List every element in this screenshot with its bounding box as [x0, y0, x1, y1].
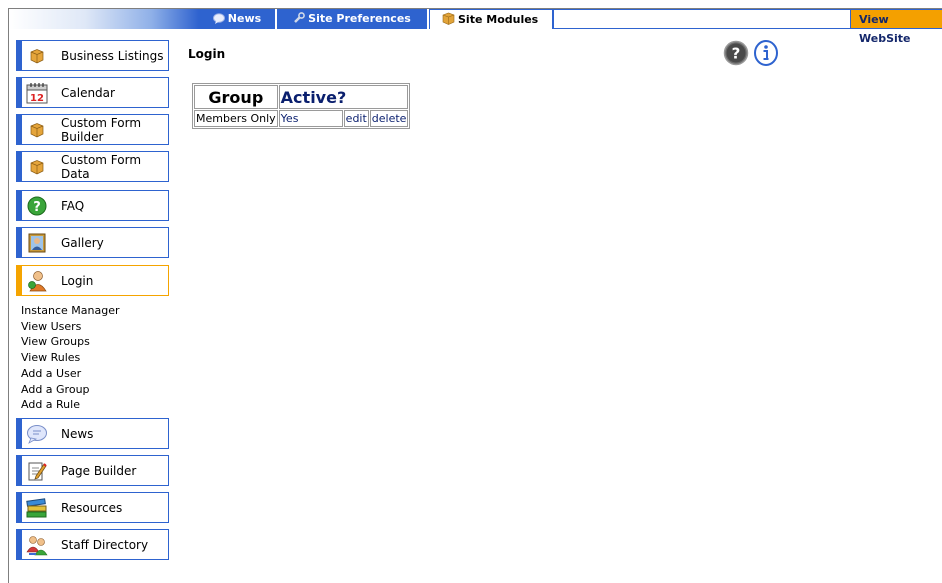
module-page-builder[interactable]: Page Builder: [16, 455, 169, 486]
module-custom-form-builder[interactable]: Custom Form Builder: [16, 114, 169, 145]
calendar-day: 12: [30, 93, 44, 104]
page-title: Login: [188, 47, 226, 61]
column-header-group: Group: [194, 85, 278, 109]
module-label: Calendar: [61, 85, 115, 100]
link-view-rules[interactable]: View Rules: [21, 350, 120, 366]
tab-site-preferences[interactable]: Site Preferences: [277, 9, 427, 29]
picture-icon: [26, 232, 48, 254]
table-header-row: Group Active?: [194, 85, 409, 109]
link-instance-manager[interactable]: Instance Manager: [21, 303, 120, 319]
link-add-group[interactable]: Add a Group: [21, 382, 120, 398]
module-login[interactable]: Login: [16, 265, 169, 296]
speech-bubble-icon: [212, 11, 225, 30]
top-nav-spacer: [553, 9, 850, 29]
login-submenu: Instance Manager View Users View Groups …: [21, 303, 120, 413]
box-icon: [26, 45, 48, 67]
module-resources[interactable]: Resources: [16, 492, 169, 523]
module-business-listings[interactable]: Business Listings: [16, 40, 169, 71]
user-icon: [26, 270, 48, 292]
module-news[interactable]: News: [16, 418, 169, 449]
module-label: Page Builder: [61, 463, 137, 478]
module-label: Login: [61, 273, 94, 288]
module-faq[interactable]: ? FAQ: [16, 190, 169, 221]
top-nav-gradient: [9, 9, 199, 29]
view-website-button[interactable]: View WebSite: [850, 9, 942, 45]
svg-text:?: ?: [33, 200, 41, 215]
tab-news[interactable]: News: [199, 9, 275, 29]
module-gallery[interactable]: Gallery: [16, 227, 169, 258]
cell-group: Members Only: [194, 110, 278, 127]
module-label: Gallery: [61, 235, 104, 250]
module-label: Custom Form Data: [61, 152, 142, 181]
books-icon: [26, 497, 48, 519]
module-label: News: [61, 426, 94, 441]
tab-site-modules-label: Site Modules: [458, 13, 539, 26]
cell-active: Yes: [278, 110, 343, 127]
svg-text:?: ?: [732, 45, 741, 63]
edit-page-icon: [26, 460, 48, 482]
module-label: Business Listings: [61, 48, 164, 63]
column-header-active: Active?: [278, 85, 409, 109]
delete-link[interactable]: delete: [372, 112, 407, 125]
tab-site-preferences-label: Site Preferences: [308, 12, 411, 25]
link-view-users[interactable]: View Users: [21, 319, 120, 335]
groups-table: Group Active? Members Only Yes edit dele…: [192, 83, 411, 129]
box-icon: [442, 12, 455, 31]
module-label: Custom Form Builder: [61, 115, 142, 144]
help-icon[interactable]: ?: [723, 40, 749, 66]
wrench-icon: [293, 11, 306, 30]
calendar-icon: 12: [26, 82, 48, 104]
link-add-user[interactable]: Add a User: [21, 366, 120, 382]
people-icon: [26, 534, 48, 556]
edit-link[interactable]: edit: [346, 112, 367, 125]
info-icon[interactable]: [753, 40, 779, 66]
module-label: Staff Directory: [61, 537, 149, 552]
link-view-groups[interactable]: View Groups: [21, 334, 120, 350]
module-calendar[interactable]: 12 Calendar: [16, 77, 169, 108]
tab-news-label: News: [227, 12, 262, 25]
table-row: Members Only Yes edit delete: [194, 110, 409, 127]
module-label: FAQ: [61, 198, 85, 213]
module-custom-form-data[interactable]: Custom Form Data: [16, 151, 169, 182]
box-icon: [26, 119, 48, 141]
box-icon: [26, 156, 48, 178]
module-staff-directory[interactable]: Staff Directory: [16, 529, 169, 560]
link-add-rule[interactable]: Add a Rule: [21, 397, 120, 413]
speech-bubble-icon: [26, 423, 48, 445]
module-label: Resources: [61, 500, 123, 515]
top-nav: News Site Preferences Site Modules View …: [9, 9, 942, 45]
question-icon: ?: [26, 195, 48, 217]
tab-site-modules[interactable]: Site Modules: [429, 9, 553, 29]
